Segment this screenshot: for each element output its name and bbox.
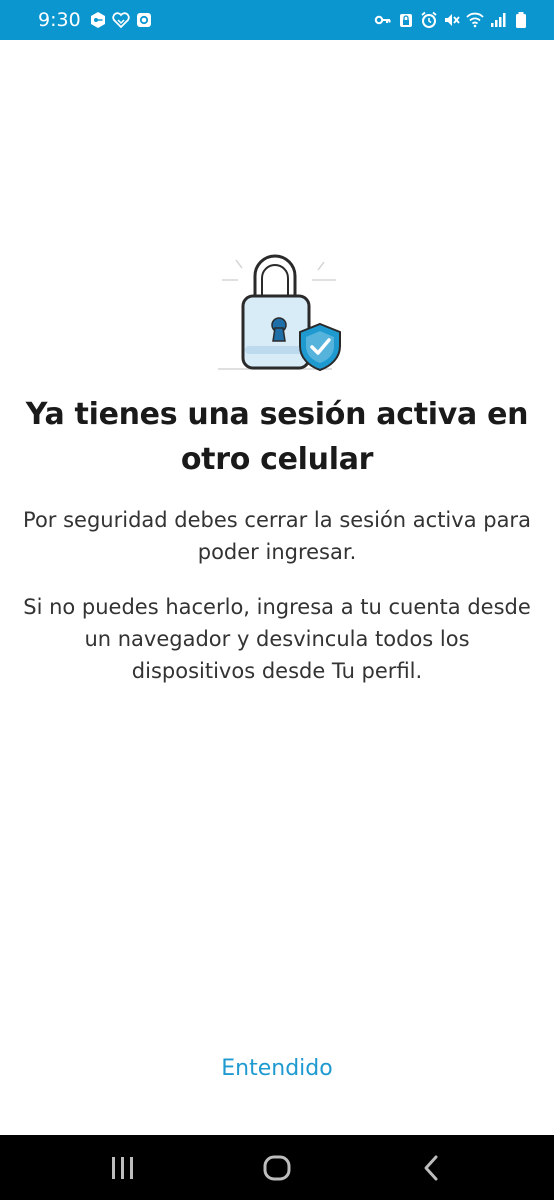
lock-shield-icon <box>218 254 341 372</box>
vpn-key-icon <box>90 12 105 28</box>
heart-handshake-icon <box>112 12 130 29</box>
dialog-title: Ya tienes una sesión activa en otro celu… <box>25 397 529 477</box>
status-bar: 9:30 <box>0 0 554 40</box>
status-left-icons <box>89 11 153 29</box>
mute-icon <box>445 14 460 26</box>
back-icon <box>424 1155 438 1181</box>
alarm-clock-icon <box>421 11 437 28</box>
status-right-icons <box>374 11 530 29</box>
wifi-icon <box>466 12 484 28</box>
recents-icon <box>112 1157 133 1179</box>
status-time: 9:30 <box>38 9 81 31</box>
alarm-lock-icon <box>400 14 412 27</box>
app-notification-icon <box>136 13 151 27</box>
back-button[interactable] <box>414 1151 450 1185</box>
navigation-bar <box>0 1135 554 1200</box>
key-icon <box>374 15 391 25</box>
alternative-instructions: Si no puedes hacerlo, ingresa a tu cuent… <box>23 595 531 683</box>
security-message: Por seguridad debes cerrar la sesión act… <box>23 508 531 564</box>
recents-button[interactable] <box>104 1151 140 1185</box>
understood-button[interactable]: Entendido <box>177 1049 377 1089</box>
battery-icon <box>516 12 526 28</box>
home-icon <box>263 1155 291 1181</box>
signal-icon <box>491 13 506 27</box>
home-button[interactable] <box>259 1151 295 1185</box>
